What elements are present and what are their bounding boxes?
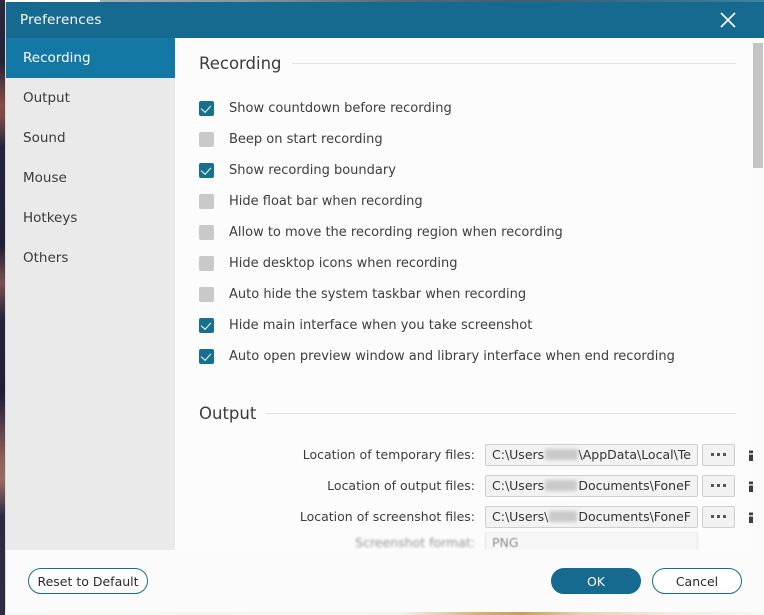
sidebar-item-others[interactable]: Others <box>6 238 175 278</box>
path-suffix: Documents\FoneF <box>578 509 691 524</box>
option-label: Auto open preview window and library int… <box>229 349 675 364</box>
screenshot-files-path-input[interactable]: C:\Users\ Documents\FoneF <box>485 505 698 528</box>
sidebar-item-hotkeys[interactable]: Hotkeys <box>6 198 175 238</box>
cancel-button[interactable]: Cancel <box>652 568 742 594</box>
sidebar-item-label: Sound <box>23 130 66 146</box>
section-title: Output <box>199 404 257 423</box>
dialog-footer: Reset to Default OK Cancel <box>6 550 764 612</box>
option-show-recording-boundary[interactable]: Show recording boundary <box>199 155 736 186</box>
checkbox-unchecked-icon[interactable] <box>199 256 214 271</box>
title-bar: Preferences <box>6 2 764 38</box>
option-auto-open-preview[interactable]: Auto open preview window and library int… <box>199 341 736 372</box>
redacted-username <box>545 480 578 491</box>
screenshot-format-value: PNG <box>492 534 519 550</box>
checkbox-unchecked-icon[interactable] <box>199 194 214 209</box>
option-label: Auto hide the system taskbar when record… <box>229 287 527 302</box>
sidebar-item-label: Output <box>23 90 70 106</box>
recording-section-header: Recording <box>199 54 736 73</box>
field-label: Location of screenshot files: <box>299 509 475 524</box>
path-prefix: C:\Users <box>492 447 545 462</box>
recording-options-list: Show countdown before recording Beep on … <box>199 93 736 372</box>
browse-output-files-button[interactable] <box>702 474 735 497</box>
settings-scroll-area: Recording Show countdown before recordin… <box>175 38 764 550</box>
close-icon[interactable] <box>706 2 750 38</box>
dot-icon <box>717 515 720 518</box>
option-hide-desktop-icons[interactable]: Hide desktop icons when recording <box>199 248 736 279</box>
option-show-countdown[interactable]: Show countdown before recording <box>199 93 736 124</box>
field-label: Location of output files: <box>327 478 475 493</box>
checkbox-checked-icon[interactable] <box>199 163 214 178</box>
dot-icon <box>711 484 714 487</box>
dot-icon <box>723 515 726 518</box>
dot-icon <box>723 484 726 487</box>
redacted-username <box>545 449 578 460</box>
checkbox-unchecked-icon[interactable] <box>199 225 214 240</box>
sidebar-nav: Recording Output Sound Mouse Hotkeys Oth… <box>6 38 175 550</box>
option-hide-main-interface[interactable]: Hide main interface when you take screen… <box>199 310 736 341</box>
reset-to-default-button[interactable]: Reset to Default <box>28 568 148 594</box>
temporary-files-path-input[interactable]: C:\Users \AppData\Local\Te <box>485 443 698 466</box>
option-beep-on-start[interactable]: Beep on start recording <box>199 124 736 155</box>
row-screenshot-format: Screenshot format: PNG <box>199 532 736 550</box>
sidebar-item-mouse[interactable]: Mouse <box>6 158 175 198</box>
dot-icon <box>717 453 720 456</box>
path-suffix: \AppData\Local\Te <box>578 447 692 462</box>
output-path-rows: Location of temporary files: C:\Users \Ap… <box>199 439 764 550</box>
browse-screenshot-files-button[interactable] <box>702 505 735 528</box>
row-output-files: Location of output files: C:\Users Docume… <box>199 470 764 501</box>
content-pane: Recording Show countdown before recordin… <box>175 38 764 550</box>
option-hide-float-bar[interactable]: Hide float bar when recording <box>199 186 736 217</box>
path-suffix: Documents\FoneF <box>578 478 691 493</box>
option-auto-hide-taskbar[interactable]: Auto hide the system taskbar when record… <box>199 279 736 310</box>
sidebar-item-label: Hotkeys <box>23 210 78 226</box>
section-divider <box>266 413 736 414</box>
dot-icon <box>711 453 714 456</box>
screenshot-format-select[interactable]: PNG <box>485 532 698 550</box>
output-files-path-input[interactable]: C:\Users Documents\FoneF <box>485 474 698 497</box>
checkbox-unchecked-icon[interactable] <box>199 287 214 302</box>
section-title: Recording <box>199 54 282 73</box>
option-label: Beep on start recording <box>229 132 383 147</box>
redacted-username <box>549 511 578 522</box>
browse-temporary-files-button[interactable] <box>702 443 735 466</box>
checkbox-checked-icon[interactable] <box>199 318 214 333</box>
path-prefix: C:\Users <box>492 478 545 493</box>
sidebar-item-recording[interactable]: Recording <box>6 38 175 78</box>
checkbox-checked-icon[interactable] <box>199 101 214 116</box>
row-screenshot-files: Location of screenshot files: C:\Users\ D… <box>199 501 764 532</box>
footer-actions: OK Cancel <box>551 568 742 594</box>
option-label: Hide float bar when recording <box>229 194 423 209</box>
sidebar-item-sound[interactable]: Sound <box>6 118 175 158</box>
option-label: Show recording boundary <box>229 163 396 178</box>
ok-button[interactable]: OK <box>551 568 641 594</box>
checkbox-checked-icon[interactable] <box>199 349 214 364</box>
sidebar-item-label: Mouse <box>23 170 67 186</box>
dot-icon <box>711 515 714 518</box>
field-label: Screenshot format: <box>355 534 475 550</box>
field-label: Location of temporary files: <box>302 447 475 462</box>
content-scrollbar[interactable] <box>753 38 764 550</box>
option-label: Allow to move the recording region when … <box>229 225 563 240</box>
section-divider <box>291 63 736 64</box>
path-prefix: C:\Users\ <box>492 509 549 524</box>
dialog-body: Recording Output Sound Mouse Hotkeys Oth… <box>6 38 764 550</box>
window-title: Preferences <box>20 12 102 28</box>
option-label: Hide main interface when you take screen… <box>229 318 533 333</box>
option-label: Hide desktop icons when recording <box>229 256 458 271</box>
option-allow-move-region[interactable]: Allow to move the recording region when … <box>199 217 736 248</box>
sidebar-item-label: Recording <box>23 50 91 66</box>
option-label: Show countdown before recording <box>229 101 452 116</box>
sidebar-item-label: Others <box>23 250 69 266</box>
scrollbar-thumb[interactable] <box>753 43 763 168</box>
preferences-dialog: Preferences Recording Output Sound Mouse <box>5 2 764 612</box>
checkbox-unchecked-icon[interactable] <box>199 132 214 147</box>
sidebar-item-output[interactable]: Output <box>6 78 175 118</box>
output-section-header: Output <box>199 404 736 423</box>
dot-icon <box>717 484 720 487</box>
output-section: Output Location of temporary files: C:\U… <box>199 404 764 550</box>
dot-icon <box>723 453 726 456</box>
row-temporary-files: Location of temporary files: C:\Users \Ap… <box>199 439 764 470</box>
